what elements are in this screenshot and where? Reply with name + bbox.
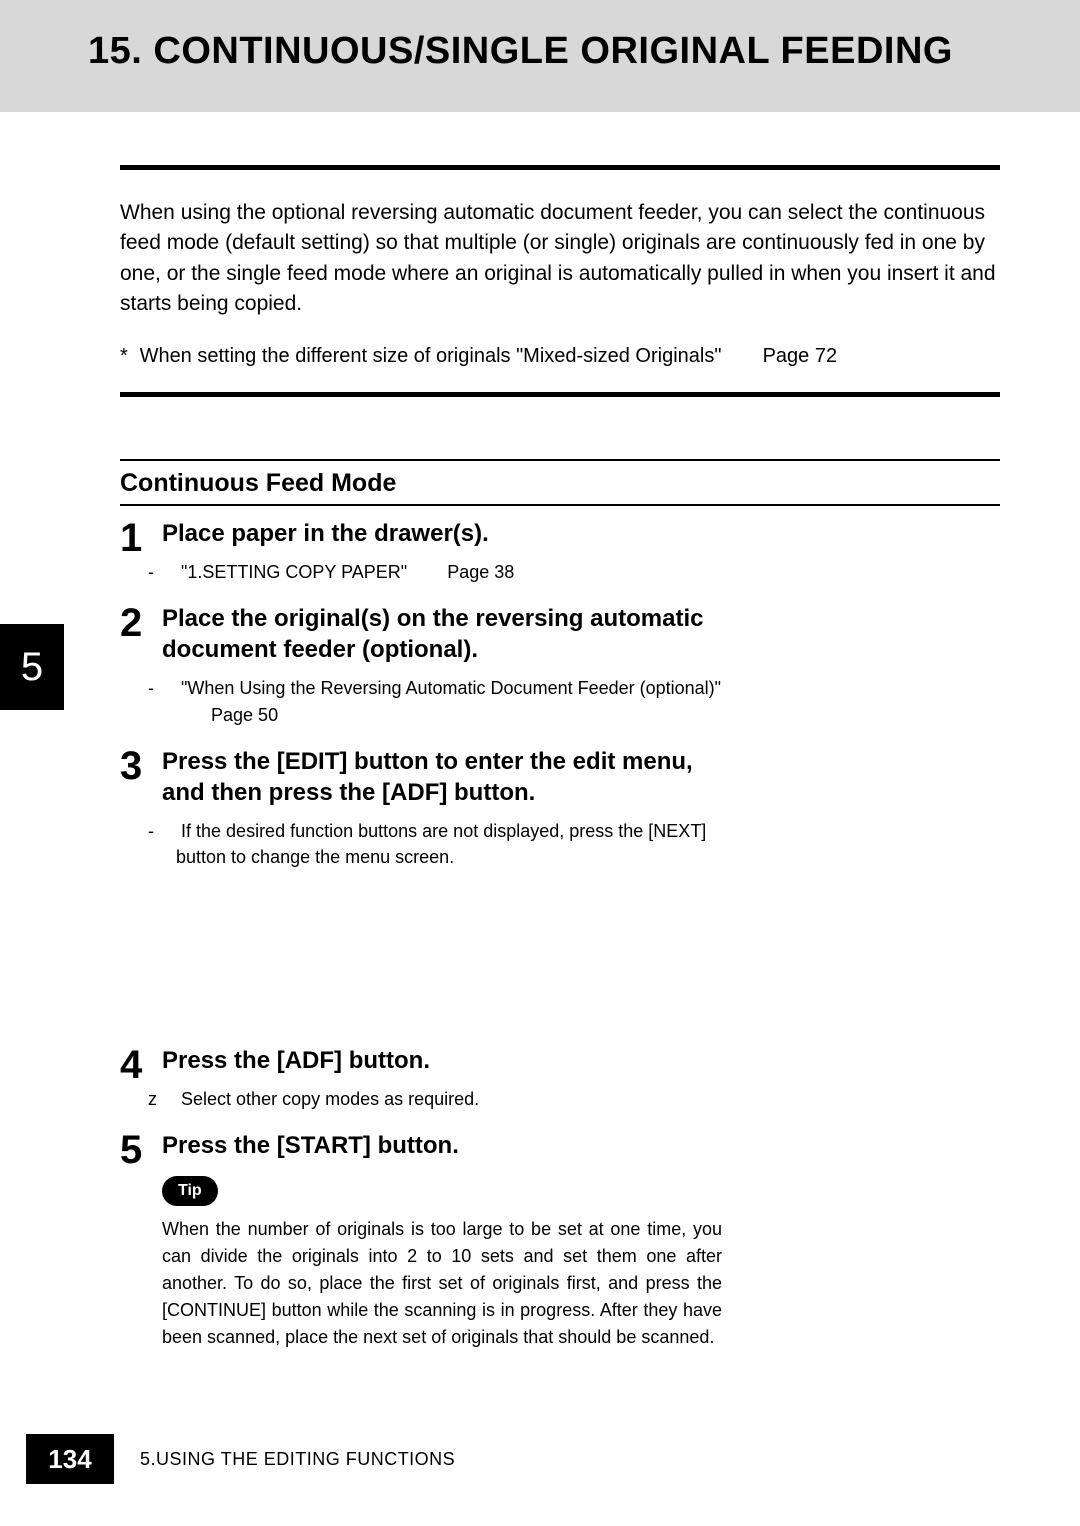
step-note: - If the desired function buttons are no… bbox=[162, 818, 722, 870]
step-note: - "When Using the Reversing Automatic Do… bbox=[162, 675, 722, 727]
page-number: 134 bbox=[48, 1444, 91, 1475]
manual-page: 15. CONTINUOUS/SINGLE ORIGINAL FEEDING 5… bbox=[0, 0, 1080, 1526]
step-title: Place paper in the drawer(s). bbox=[162, 518, 514, 549]
dash-bullet: - bbox=[162, 818, 176, 844]
step-body: Place paper in the drawer(s). - "1.SETTI… bbox=[162, 518, 514, 585]
steps-list: 1 Place paper in the drawer(s). - "1.SET… bbox=[120, 518, 1000, 1351]
subsection-title: Continuous Feed Mode bbox=[120, 461, 1000, 504]
step-note: z Select other copy modes as required. bbox=[162, 1086, 479, 1112]
step-number: 5 bbox=[120, 1130, 162, 1170]
z-bullet: z bbox=[162, 1086, 176, 1112]
step-title: Press the [START] button. bbox=[162, 1130, 722, 1161]
footer: 134 5.USING THE EDITING FUNCTIONS bbox=[0, 1416, 1080, 1526]
header-band: 15. CONTINUOUS/SINGLE ORIGINAL FEEDING bbox=[0, 0, 1080, 112]
footnote-star: * bbox=[120, 342, 134, 370]
step-item: 4 Press the [ADF] button. z Select other… bbox=[120, 1045, 1000, 1112]
step-number: 3 bbox=[120, 746, 162, 786]
step-note-ref: Page 50 bbox=[211, 705, 278, 725]
step-title: Press the [ADF] button. bbox=[162, 1045, 479, 1076]
tip-badge: Tip bbox=[162, 1176, 218, 1206]
step-body: Press the [EDIT] button to enter the edi… bbox=[162, 746, 722, 871]
step-body: Press the [START] button. Tip When the n… bbox=[162, 1130, 722, 1350]
sub-rule-bottom bbox=[120, 504, 1000, 506]
rule-top bbox=[120, 165, 1000, 170]
chapter-tab: 5 bbox=[0, 624, 64, 710]
footnote-ref: Page 72 bbox=[763, 345, 838, 367]
tip-text: When the number of originals is too larg… bbox=[162, 1216, 722, 1351]
content-area: When using the optional reversing automa… bbox=[120, 165, 1000, 1351]
step-note-text: "1.SETTING COPY PAPER" bbox=[181, 562, 407, 582]
subsection-header: Continuous Feed Mode bbox=[120, 459, 1000, 506]
step-number: 4 bbox=[120, 1045, 162, 1085]
step-title: Press the [EDIT] button to enter the edi… bbox=[162, 746, 722, 808]
step-item: 5 Press the [START] button. Tip When the… bbox=[120, 1130, 1000, 1350]
step-note-text: "When Using the Reversing Automatic Docu… bbox=[181, 678, 721, 698]
intro-paragraph: When using the optional reversing automa… bbox=[120, 198, 1000, 320]
dash-bullet: - bbox=[162, 559, 176, 585]
page-title: 15. CONTINUOUS/SINGLE ORIGINAL FEEDING bbox=[88, 30, 953, 73]
page-number-box: 134 bbox=[26, 1434, 114, 1484]
step-note-text: If the desired function buttons are not … bbox=[176, 821, 706, 867]
step-body: Press the [ADF] button. z Select other c… bbox=[162, 1045, 479, 1112]
step-note-ref: Page 38 bbox=[447, 562, 514, 582]
step-item: 2 Place the original(s) on the reversing… bbox=[120, 603, 1000, 728]
footnote-text: When setting the different size of origi… bbox=[140, 345, 722, 367]
step-item: 3 Press the [EDIT] button to enter the e… bbox=[120, 746, 1000, 871]
step-number: 2 bbox=[120, 603, 162, 643]
step-title: Place the original(s) on the reversing a… bbox=[162, 603, 722, 665]
step-number: 1 bbox=[120, 518, 162, 558]
footer-text: 5.USING THE EDITING FUNCTIONS bbox=[140, 1449, 455, 1470]
step-note-text: Select other copy modes as required. bbox=[181, 1089, 479, 1109]
step-body: Place the original(s) on the reversing a… bbox=[162, 603, 722, 728]
footnote: * When setting the different size of ori… bbox=[120, 342, 1000, 370]
dash-bullet: - bbox=[162, 675, 176, 701]
chapter-tab-number: 5 bbox=[21, 645, 43, 690]
step-note: - "1.SETTING COPY PAPER" Page 38 bbox=[162, 559, 514, 585]
step-item: 1 Place paper in the drawer(s). - "1.SET… bbox=[120, 518, 1000, 585]
